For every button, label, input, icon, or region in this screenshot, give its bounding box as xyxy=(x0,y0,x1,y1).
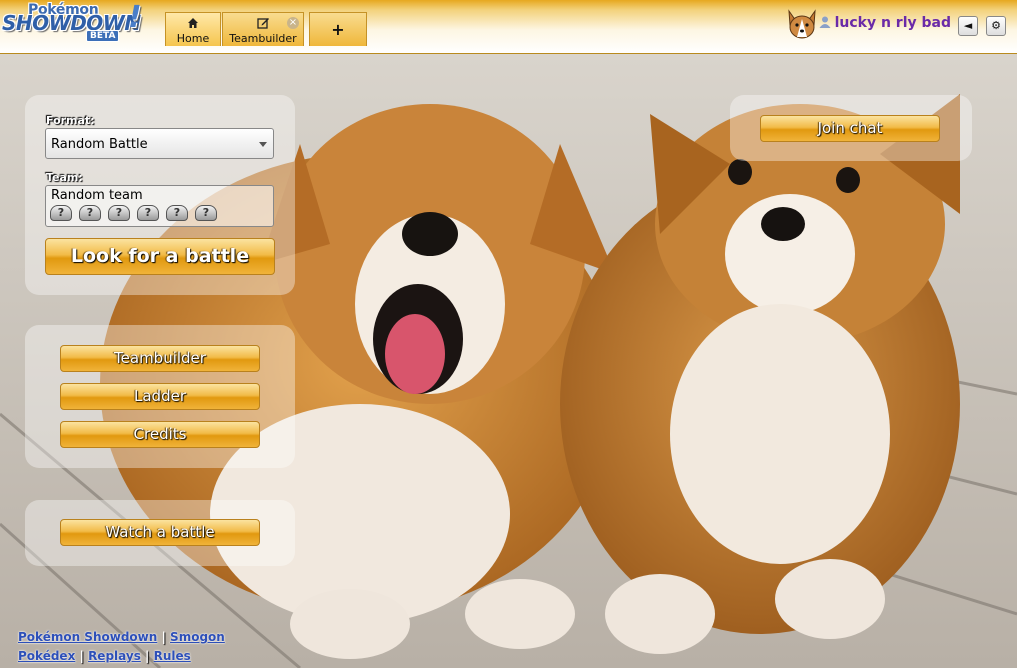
pokedex-link[interactable]: Pokédex xyxy=(18,649,75,663)
pokemon-showdown-logo[interactable]: Pokémon SHOWDOWN ! BETA xyxy=(2,0,148,44)
logo-exclamation: ! xyxy=(128,0,142,35)
tab-home[interactable]: Home xyxy=(165,12,221,46)
volume-icon: ◄ xyxy=(963,19,973,32)
team-select[interactable]: Random team ?????? xyxy=(45,185,274,227)
gear-icon: ⚙ xyxy=(991,19,1001,32)
home-icon xyxy=(166,17,220,32)
options-button[interactable]: ⚙ xyxy=(986,16,1006,36)
footer-links: Pokémon Showdown | Smogon Pokédex | Repl… xyxy=(18,628,225,666)
format-label: Format: xyxy=(46,114,95,127)
pokemon-showdown-link[interactable]: Pokémon Showdown xyxy=(18,630,157,644)
unknown-pokemon-icon: ? xyxy=(79,205,101,221)
team-slots: ?????? xyxy=(50,205,224,221)
replays-link[interactable]: Replays xyxy=(88,649,141,663)
username-button[interactable]: lucky n rly bad xyxy=(819,15,951,31)
footer-separator: | xyxy=(157,630,171,644)
teambuilder-button[interactable]: Teambuilder xyxy=(60,345,260,372)
mute-button[interactable]: ◄ xyxy=(958,16,978,36)
footer-separator: | xyxy=(75,649,89,663)
unknown-pokemon-icon: ? xyxy=(166,205,188,221)
tab-teambuilder[interactable]: × Teambuilder xyxy=(222,12,304,46)
tab-home-label: Home xyxy=(176,32,210,45)
unknown-pokemon-icon: ? xyxy=(108,205,130,221)
credits-button[interactable]: Credits xyxy=(60,421,260,448)
chevron-down-icon xyxy=(259,142,267,147)
smogon-link[interactable]: Smogon xyxy=(170,630,225,644)
unknown-pokemon-icon: ? xyxy=(50,205,72,221)
team-label: Team: xyxy=(46,171,83,184)
ladder-button[interactable]: Ladder xyxy=(60,383,260,410)
plus-icon: + xyxy=(331,20,345,39)
close-tab-icon[interactable]: × xyxy=(287,17,299,29)
join-chat-button[interactable]: Join chat xyxy=(760,115,940,142)
tab-teambuilder-label: Teambuilder xyxy=(229,32,297,45)
unknown-pokemon-icon: ? xyxy=(137,205,159,221)
logo-showdown-text: SHOWDOWN xyxy=(2,11,141,35)
user-avatar[interactable] xyxy=(786,7,818,41)
logo-beta-badge: BETA xyxy=(86,30,120,42)
team-select-value: Random team xyxy=(51,188,143,203)
user-icon xyxy=(819,16,831,28)
format-select-value: Random Battle xyxy=(51,137,148,152)
username-text: lucky n rly bad xyxy=(834,15,951,31)
footer-separator: | xyxy=(140,649,154,663)
new-tab-button[interactable]: + xyxy=(309,12,367,46)
format-select[interactable]: Random Battle xyxy=(45,128,274,159)
top-bar: Pokémon SHOWDOWN ! BETA Home × Teambuild… xyxy=(0,0,1017,54)
look-for-battle-button[interactable]: Look for a battle xyxy=(45,238,275,275)
watch-battle-button[interactable]: Watch a battle xyxy=(60,519,260,546)
unknown-pokemon-icon: ? xyxy=(195,205,217,221)
rules-link[interactable]: Rules xyxy=(154,649,191,663)
